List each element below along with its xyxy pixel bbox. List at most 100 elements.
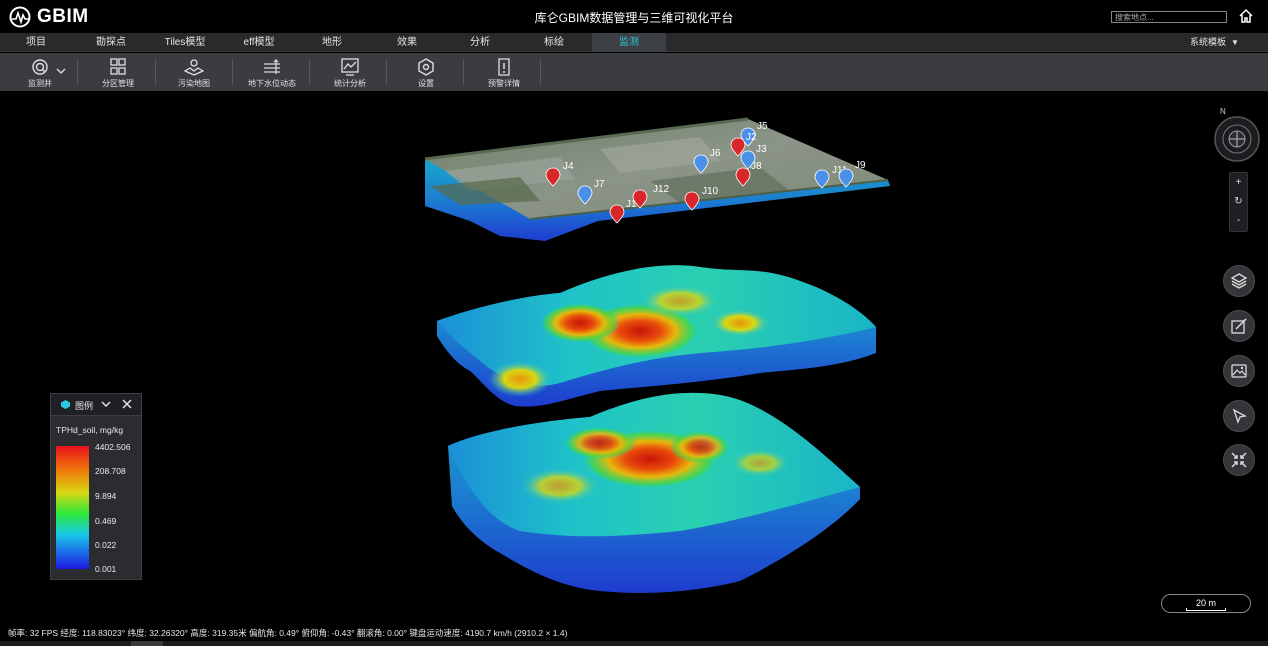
zoom-control: + ↻ - (1229, 172, 1248, 232)
close-icon[interactable] (121, 398, 133, 410)
grid-icon (110, 58, 126, 75)
tool-label: 统计分析 (334, 79, 366, 88)
chevron-down-icon[interactable] (56, 67, 66, 75)
legend-value: 0.001 (95, 564, 117, 574)
marker-label: J2 (746, 132, 757, 143)
tool-label: 设置 (418, 79, 434, 88)
contamination-layer-middle[interactable] (437, 265, 876, 407)
reset-view-button[interactable]: ↻ (1230, 192, 1247, 211)
legend-value: 4402.506 (95, 442, 131, 452)
menu-bar: 项目 勘探点 Tiles模型 eff模型 地形 效果 分析 标绘 监测 系统模板… (0, 33, 1268, 52)
toolbar-divider (463, 59, 464, 85)
tool-pollution-map[interactable]: 污染地图 (172, 53, 216, 91)
legend-value: 9.894 (95, 491, 117, 501)
marker-label: J4 (563, 161, 574, 172)
toolbar-divider (232, 59, 233, 85)
toolbar-divider (77, 59, 78, 85)
legend-color-ramp (56, 446, 89, 569)
tool-alert-details[interactable]: 预警详情 (482, 53, 526, 91)
image-icon (1231, 364, 1247, 378)
monitor-well-icon (32, 59, 48, 75)
menu-item-plotting[interactable]: 标绘 (532, 33, 576, 52)
layers-button[interactable] (1223, 265, 1255, 297)
water-level-icon (264, 59, 280, 74)
tool-monitor-well[interactable]: 监测井 (20, 53, 60, 91)
menu-item-tiles-model[interactable]: Tiles模型 (157, 33, 213, 52)
marker-label: J6 (710, 148, 721, 159)
marker-label: J10 (702, 186, 719, 197)
legend-value: 0.022 (95, 540, 117, 550)
home-button[interactable] (1238, 8, 1254, 24)
toolbar-divider (386, 59, 387, 85)
marker-label: J3 (756, 144, 767, 155)
marker-label: J8 (751, 161, 762, 172)
tool-zone-management[interactable]: 分区管理 (96, 53, 140, 91)
tool-settings[interactable]: 设置 (406, 53, 446, 91)
legend-title: 图例 (75, 401, 94, 411)
compass-icon (1214, 116, 1260, 162)
legend-value: 0.469 (95, 516, 117, 526)
chevron-down-icon[interactable] (100, 398, 112, 410)
toolbar-divider (155, 59, 156, 85)
compass-control[interactable]: N (1213, 107, 1261, 163)
chart-icon (341, 58, 359, 76)
toolbar-divider (540, 59, 541, 85)
search-input[interactable] (1111, 11, 1227, 23)
marker-label: J5 (757, 121, 768, 132)
marker-label: J12 (653, 184, 670, 195)
3d-viewport[interactable]: J5 J2 J3 J6 J4 J8 J11 J9 J7 J12 J10 J1 (0, 91, 1268, 622)
scale-bar: 20 m (1161, 594, 1251, 613)
title-bar: GBIM 库仑GBIM数据管理与三维可视化平台 (0, 0, 1268, 33)
legend-panel: 图例 TPHd_soil, mg/kg 4402.506 208.708 9.8… (50, 393, 142, 580)
settings-icon (418, 58, 434, 76)
zoom-out-button[interactable]: - (1230, 211, 1247, 230)
app-title: 库仑GBIM数据管理与三维可视化平台 (534, 11, 734, 25)
scale-text: 20 m (1195, 598, 1216, 608)
contamination-layer-bottom[interactable] (448, 392, 860, 593)
select-pointer-button[interactable] (1223, 400, 1255, 432)
scale-line (1186, 608, 1226, 611)
tool-statistics[interactable]: 统计分析 (328, 53, 372, 91)
zoom-in-button[interactable]: + (1230, 173, 1247, 192)
toolbar-divider (309, 59, 310, 85)
tool-label: 污染地图 (178, 79, 210, 88)
legend-subtitle: TPHd_soil, mg/kg (56, 425, 124, 435)
menu-item-eff-model[interactable]: eff模型 (234, 33, 284, 52)
menu-item-monitoring[interactable]: 监测 (592, 33, 666, 52)
status-text: 帧率: 32 FPS 经度: 118.83023° 纬度: 32.26320° … (8, 628, 568, 638)
pointer-icon (1232, 408, 1247, 424)
legend-icon (61, 400, 70, 409)
layers-icon (1230, 273, 1248, 289)
toolbar: 监测井 分区管理 污染地图 地下水位动态 统计分析 设置 预警详情 (0, 53, 1268, 91)
system-template-dropdown[interactable]: 系统模板 ▼ (1190, 33, 1239, 52)
draw-icon (1231, 318, 1247, 334)
3d-scene[interactable]: J5 J2 J3 J6 J4 J8 J11 J9 J7 J12 J10 J1 (0, 91, 1268, 622)
marker-label: J9 (855, 160, 866, 171)
system-template-label: 系统模板 (1190, 37, 1227, 47)
scrollbar-thumb[interactable] (131, 641, 163, 646)
menu-item-project[interactable]: 项目 (12, 33, 60, 52)
menu-item-analysis[interactable]: 分析 (458, 33, 502, 52)
legend-value: 208.708 (95, 466, 126, 476)
image-button[interactable] (1223, 355, 1255, 387)
menu-item-terrain[interactable]: 地形 (310, 33, 354, 52)
legend-header: 图例 (51, 394, 141, 416)
caret-down-icon: ▼ (1231, 38, 1239, 47)
collapse-button[interactable] (1223, 444, 1255, 476)
menu-item-effects[interactable]: 效果 (385, 33, 429, 52)
draw-button[interactable] (1223, 310, 1255, 342)
marker-label: J7 (594, 179, 605, 190)
marker-label: J1 (626, 199, 637, 210)
collapse-icon (1231, 452, 1247, 468)
alert-icon (498, 58, 510, 76)
tool-groundwater-level[interactable]: 地下水位动态 (245, 53, 299, 91)
map-icon (184, 59, 204, 76)
app-root: GBIM 库仑GBIM数据管理与三维可视化平台 项目 勘探点 Tiles模型 e… (0, 0, 1268, 646)
menu-item-boreholes[interactable]: 勘探点 (86, 33, 136, 52)
tool-label: 监测井 (28, 79, 52, 88)
tool-label: 分区管理 (102, 79, 134, 88)
tool-label: 地下水位动态 (248, 79, 296, 88)
home-icon (1239, 8, 1253, 23)
horizontal-scrollbar[interactable] (0, 641, 1268, 646)
compass-north-label: N (1220, 107, 1226, 116)
